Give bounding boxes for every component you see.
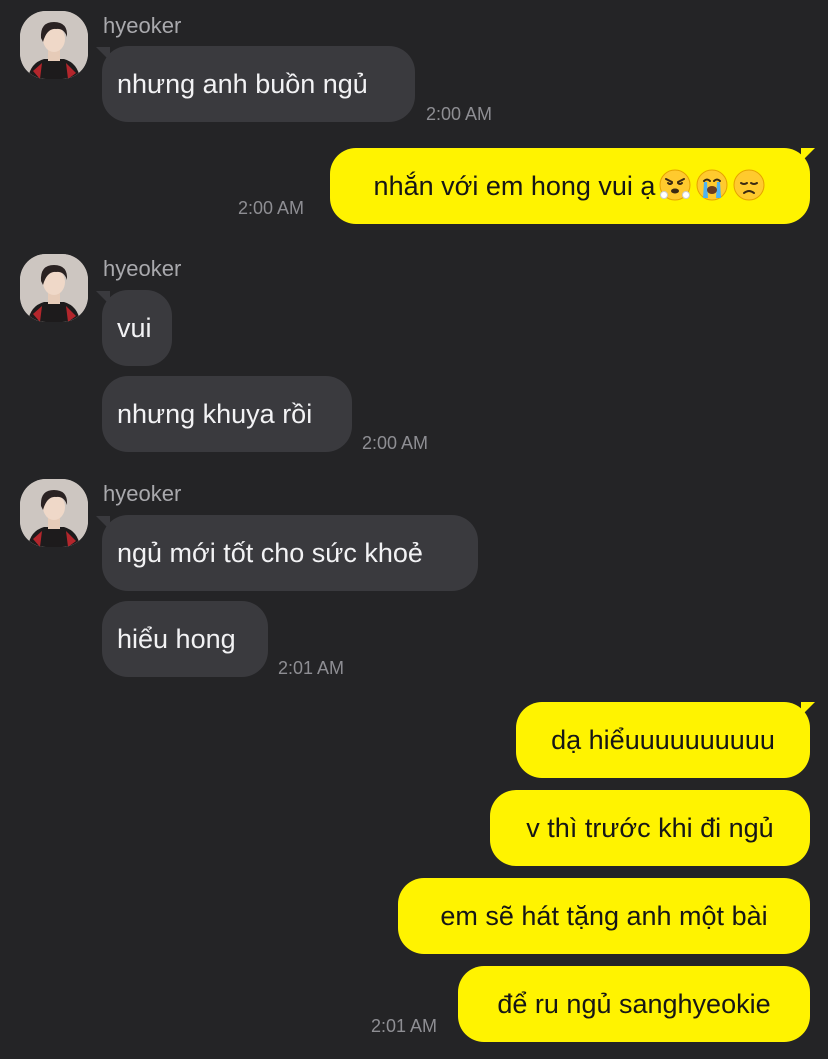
sender-name: hyeoker: [103, 256, 182, 281]
message-timestamp: 2:01 AM: [278, 658, 345, 678]
incoming-message[interactable]: ngủ mới tốt cho sức khoẻ: [102, 515, 478, 591]
message-timestamp: 2:00 AM: [362, 433, 429, 453]
sender-name: hyeoker: [103, 481, 182, 506]
huffing-face-emoji: [658, 155, 692, 201]
message-text: nhắn với em hong vui ạ: [373, 171, 656, 201]
sender-name: hyeoker: [103, 13, 182, 38]
bubble-tail: [801, 148, 815, 162]
incoming-message[interactable]: nhưng anh buồn ngủ: [102, 46, 415, 122]
outgoing-message[interactable]: để ru ngủ sanghyeokie: [458, 966, 810, 1042]
disappointed-face-emoji: [732, 155, 766, 201]
message-timestamp: 2:00 AM: [426, 104, 493, 124]
avatar[interactable]: [20, 11, 88, 79]
message-timestamp: 2:00 AM: [238, 198, 305, 218]
profile-photo: [20, 254, 88, 322]
incoming-message[interactable]: nhưng khuya rồi: [102, 376, 352, 452]
profile-photo: [20, 11, 88, 79]
avatar[interactable]: [20, 254, 88, 322]
incoming-message[interactable]: hiểu hong: [102, 601, 268, 677]
bubble-tail: [801, 702, 815, 716]
outgoing-message[interactable]: em sẽ hát tặng anh một bài: [398, 878, 810, 954]
outgoing-message[interactable]: v thì trước khi đi ngủ: [490, 790, 810, 866]
incoming-message[interactable]: vui: [102, 290, 172, 366]
profile-photo: [20, 479, 88, 547]
outgoing-message[interactable]: dạ hiểuuuuuuuuuu: [516, 702, 810, 778]
outgoing-message[interactable]: nhắn với em hong vui ạ: [330, 148, 810, 224]
crying-face-emoji: [695, 155, 729, 201]
avatar[interactable]: [20, 479, 88, 547]
message-timestamp: 2:01 AM: [371, 1016, 438, 1036]
